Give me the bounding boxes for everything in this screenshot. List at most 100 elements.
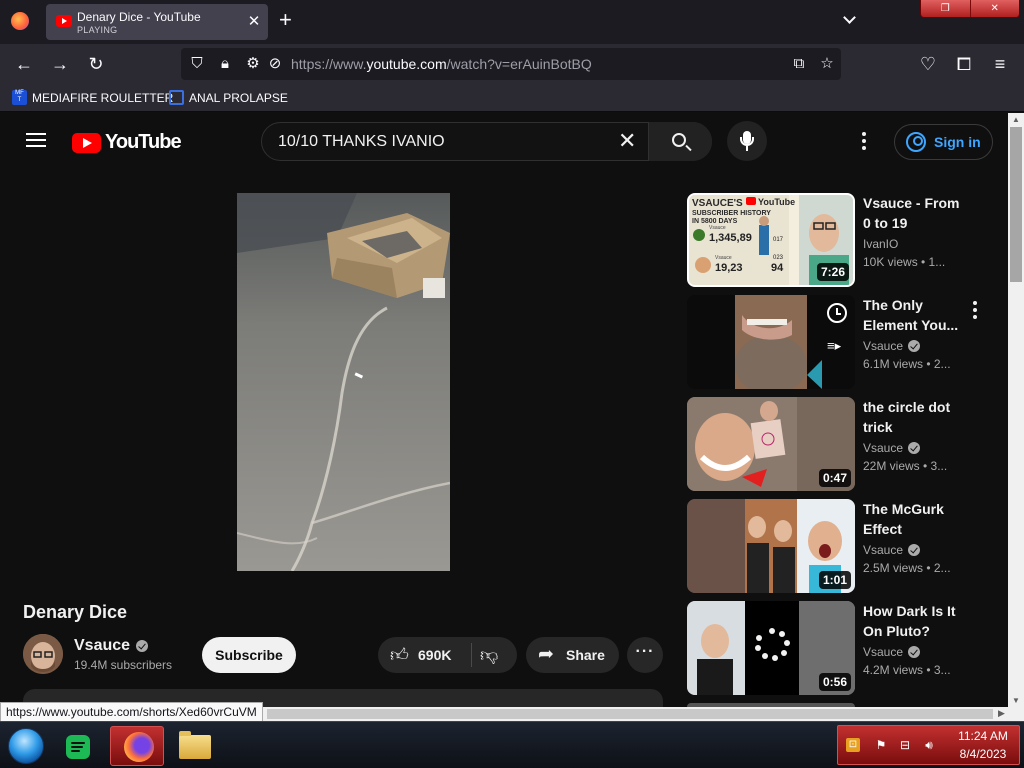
bookmark-label: MEDIAFIRE ROULETTER xyxy=(32,90,174,105)
video-player[interactable] xyxy=(237,193,450,571)
scroll-right-arrow-icon[interactable]: ▶ xyxy=(998,708,1005,719)
close-window-button[interactable]: ✕ xyxy=(969,0,1019,17)
thumb-text-year-1: 017 xyxy=(773,237,784,243)
firefox-icon[interactable] xyxy=(11,12,29,30)
taskbar-app-notes[interactable] xyxy=(52,726,106,766)
thumb-text-count-2b: 94 xyxy=(771,262,784,274)
url-text[interactable]: https://www.youtube.com/watch?v=erAuinBo… xyxy=(291,56,592,72)
url-bar[interactable]: ⛉ 🔒︎ ⚙︎ ⊘ https://www.youtube.com/watch?… xyxy=(181,48,841,80)
recommended-title[interactable]: Vsauce - From 0 to 19 Million... xyxy=(863,193,967,233)
scroll-down-arrow-icon[interactable]: ▼ xyxy=(1012,696,1020,705)
like-thumb-icon[interactable]: 👍︎ xyxy=(390,645,409,665)
recommended-video[interactable]: 0:47 the circle dot trick Vsauce 22M vie… xyxy=(687,397,997,491)
dislike-thumb-icon[interactable]: 👎︎ xyxy=(480,645,498,665)
voice-search-button[interactable] xyxy=(727,121,767,161)
search-input[interactable]: 10/10 THANKS IVANIO xyxy=(278,133,445,151)
sign-in-button[interactable]: Sign in xyxy=(894,124,993,160)
permissions-icon[interactable]: ⚙︎ xyxy=(243,54,263,74)
video-thumbnail[interactable]: ≡▸ xyxy=(687,295,855,389)
search-button[interactable] xyxy=(648,122,712,161)
recommended-video[interactable]: VSAUCE'S YouTube SUBSCRIBER HISTORY IN 5… xyxy=(687,193,997,287)
verified-check-icon xyxy=(908,442,921,454)
clear-search-icon[interactable]: ✕ xyxy=(618,130,636,152)
recommended-title[interactable]: How Dark Is It On Pluto? xyxy=(863,601,967,641)
recommended-video[interactable]: ≡▸ The Only Element You... Vsauce 6.1M v… xyxy=(687,295,997,389)
bookmark-second[interactable]: ANAL PROLAPSE xyxy=(169,90,288,105)
thumb-text-vsauce-2: Vsauce xyxy=(715,255,732,261)
recommended-video[interactable]: 1:01 The McGurk Effect Vsauce 2.5M views… xyxy=(687,499,997,593)
bookmarks-toolbar: MF T MEDIAFIRE ROULETTER ANAL PROLAPSE xyxy=(0,84,1024,112)
recommended-title[interactable]: the circle dot trick xyxy=(863,397,967,437)
vertical-scrollbar[interactable]: ▲ ▼ xyxy=(1008,113,1024,707)
recommended-channel[interactable]: IvanIO xyxy=(863,237,898,251)
recommended-channel[interactable]: Vsauce xyxy=(863,645,921,659)
tracking-shield-icon[interactable]: ⛉ xyxy=(187,54,207,74)
tab-close-icon[interactable]: ✕ xyxy=(245,12,263,30)
recommended-title[interactable]: The Only Element You... xyxy=(863,295,967,335)
volume-icon[interactable]: 🔊︎ xyxy=(922,738,936,752)
recommended-video[interactable]: 0:56 How Dark Is It On Pluto? Vsauce 4.2… xyxy=(687,601,997,695)
thumb-text-vsauce-1: Vsauce xyxy=(709,225,726,231)
clock-time[interactable]: 11:24 AM xyxy=(953,729,1013,743)
more-actions-button[interactable]: ··· xyxy=(627,637,663,673)
bookmark-mediafire[interactable]: MF T MEDIAFIRE ROULETTER xyxy=(12,90,173,105)
subscribe-button[interactable]: Subscribe xyxy=(202,637,296,673)
list-tabs-chevron-icon[interactable] xyxy=(843,11,856,24)
network-icon[interactable]: ⊟ xyxy=(898,738,912,752)
lock-icon[interactable]: 🔒︎ xyxy=(215,54,235,74)
recommended-channel[interactable]: Vsauce xyxy=(863,441,921,455)
start-orb-button[interactable] xyxy=(8,728,44,764)
tab-title: Denary Dice - YouTube xyxy=(77,10,201,24)
like-count[interactable]: 690K xyxy=(418,647,451,663)
recommended-channel[interactable]: Vsauce xyxy=(863,543,921,557)
picture-in-picture-icon[interactable]: ⧉ xyxy=(789,54,809,74)
browser-tab-active[interactable]: Denary Dice - YouTube PLAYING ✕ xyxy=(46,4,268,40)
search-box[interactable]: 10/10 THANKS IVANIO ✕ xyxy=(261,122,712,161)
recommended-channel[interactable]: Vsauce xyxy=(863,339,921,353)
video-frame-concrete-floor xyxy=(237,193,450,571)
recommended-menu-kebab-icon[interactable] xyxy=(973,301,977,322)
verified-check-icon xyxy=(908,646,921,658)
tray-app-icon[interactable]: ⊡ xyxy=(846,738,860,752)
pocket-icon[interactable]: ♡ xyxy=(917,53,939,75)
video-duration: 0:56 xyxy=(818,673,851,691)
recommended-meta: 10K views • 1... xyxy=(863,255,946,269)
watch-later-clock-icon[interactable] xyxy=(827,303,847,323)
tab-playing-status: PLAYING xyxy=(77,25,118,35)
scroll-up-arrow-icon[interactable]: ▲ xyxy=(1012,115,1020,124)
video-thumbnail[interactable]: 0:47 xyxy=(687,397,855,491)
autoplay-blocked-icon[interactable]: ⊘ xyxy=(265,54,285,74)
bookmark-star-icon[interactable]: ☆ xyxy=(817,54,837,74)
video-thumbnail[interactable]: 0:56 xyxy=(687,601,855,695)
extensions-icon[interactable]: ⧠ xyxy=(953,53,975,75)
back-arrow-icon[interactable]: ← xyxy=(13,53,35,75)
new-tab-plus-icon[interactable]: + xyxy=(279,9,292,31)
taskbar-app-firefox[interactable] xyxy=(110,726,164,766)
recommended-title[interactable]: The McGurk Effect xyxy=(863,499,967,539)
settings-kebab-icon[interactable] xyxy=(862,132,866,150)
recommended-meta: 4.2M views • 3... xyxy=(863,663,951,677)
action-center-flag-icon[interactable]: ⚑ xyxy=(874,738,888,752)
horizontal-scroll-thumb[interactable] xyxy=(267,709,993,719)
video-thumbnail[interactable]: VSAUCE'S YouTube SUBSCRIBER HISTORY IN 5… xyxy=(687,193,855,287)
clock-date[interactable]: 8/4/2023 xyxy=(953,747,1013,761)
youtube-logo[interactable]: YouTube xyxy=(72,131,182,154)
verified-check-icon xyxy=(908,544,921,556)
app-menu-icon[interactable]: ≡ xyxy=(989,53,1011,75)
reload-icon[interactable]: ↻ xyxy=(85,53,107,75)
taskbar-app-explorer[interactable] xyxy=(168,726,222,766)
guide-menu-icon[interactable] xyxy=(26,133,46,147)
thumb-text-youtube: YouTube xyxy=(758,197,795,207)
add-to-queue-icon[interactable]: ≡▸ xyxy=(827,339,847,353)
restore-window-button[interactable]: ❐ xyxy=(921,0,970,17)
channel-avatar[interactable] xyxy=(23,634,63,674)
channel-name[interactable]: Vsauce xyxy=(74,637,149,655)
video-thumbnail[interactable]: 1:01 xyxy=(687,499,855,593)
vertical-scroll-thumb[interactable] xyxy=(1010,127,1022,282)
forward-arrow-icon[interactable]: → xyxy=(49,53,71,75)
share-button[interactable]: ➦ Share xyxy=(526,637,619,673)
account-icon xyxy=(906,132,926,152)
green-notes-app-icon xyxy=(66,735,90,759)
verified-check-icon xyxy=(908,340,921,352)
recommended-channel-text: Vsauce xyxy=(863,339,904,353)
